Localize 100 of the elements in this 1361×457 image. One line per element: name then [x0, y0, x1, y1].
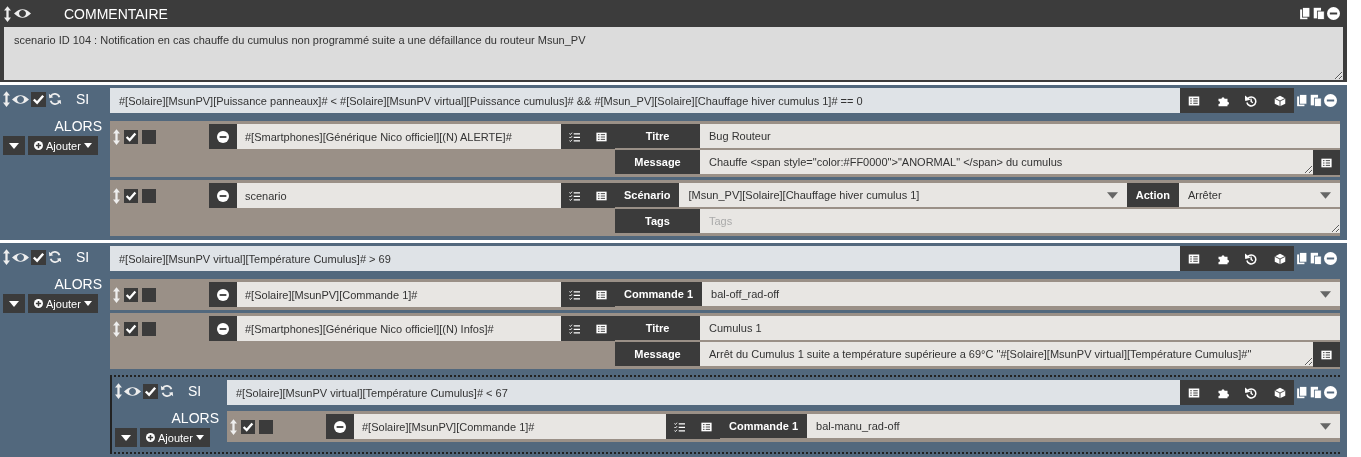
- drag-handle-icon[interactable]: [3, 249, 10, 265]
- expression-field[interactable]: #[Solaire][MsunPV][Commande 1]#: [237, 282, 561, 307]
- enable-checkbox[interactable]: [124, 129, 138, 144]
- refresh-icon[interactable]: [160, 384, 174, 398]
- copy-icon[interactable]: [1296, 94, 1308, 107]
- add-button[interactable]: Ajouter: [28, 136, 98, 155]
- remove-button[interactable]: [209, 316, 237, 341]
- cube-icon[interactable]: [1273, 94, 1286, 107]
- plus-circle-icon: [146, 433, 155, 442]
- collapse-button[interactable]: [3, 294, 25, 313]
- add-button[interactable]: Ajouter: [28, 294, 98, 313]
- puzzle-icon[interactable]: [1216, 252, 1229, 265]
- expression-field[interactable]: #[Solaire][MsunPV][Commande 1]#: [354, 414, 666, 439]
- history-icon[interactable]: [1245, 94, 1258, 107]
- dropdown[interactable]: Arrêter: [1178, 183, 1340, 207]
- parallel-checkbox[interactable]: [259, 419, 273, 434]
- drag-handle-icon[interactable]: [115, 383, 122, 399]
- drag-handle-icon[interactable]: [113, 286, 120, 303]
- enable-checkbox[interactable]: [31, 91, 46, 107]
- tasks-icon[interactable]: [561, 282, 588, 307]
- expression-field[interactable]: scenario: [237, 183, 561, 208]
- copy-icon[interactable]: [1296, 252, 1308, 265]
- remove-icon[interactable]: [1324, 94, 1337, 107]
- caret-icon: [195, 435, 204, 440]
- puzzle-icon[interactable]: [1216, 386, 1229, 399]
- list-icon[interactable]: [1188, 386, 1201, 399]
- remove-icon[interactable]: [1327, 7, 1340, 20]
- remove-icon[interactable]: [1324, 252, 1337, 265]
- tasks-icon[interactable]: [561, 124, 588, 149]
- condition-field[interactable]: #[Solaire][MsunPV][Puissance panneaux]# < #[Solaire][MsunPV virtual][Puissance cumulus]# && #[Msun_PV][Solaire][Chauffage hiver cumulus 1]# == 0: [110, 88, 1180, 113]
- keyword-label: SI: [76, 91, 90, 107]
- condition-field[interactable]: #[Solaire][MsunPV virtual][Température Cumulus]# > 69: [110, 246, 1180, 271]
- parallel-checkbox[interactable]: [142, 321, 156, 336]
- eye-icon[interactable]: [12, 251, 29, 263]
- expression-field[interactable]: #[Smartphones][Générique Nico officiel][(N) ALERTE]#: [237, 124, 561, 149]
- dropdown[interactable]: [Msun_PV][Solaire][Chauffage hiver cumulus 1]: [679, 183, 1127, 207]
- keyword-label: SI: [188, 383, 202, 399]
- enable-checkbox[interactable]: [143, 383, 158, 399]
- drag-handle-icon[interactable]: [4, 5, 11, 22]
- paste-icon[interactable]: [1310, 386, 1322, 399]
- tasks-icon[interactable]: [561, 183, 588, 208]
- caret-icon: [1320, 191, 1331, 199]
- remove-button[interactable]: [209, 124, 237, 149]
- list-icon[interactable]: [1188, 94, 1201, 107]
- textarea-field[interactable]: Chauffe <span style="color:#FF0000">"ANORMAL" </span> du cumulus: [700, 150, 1313, 174]
- enable-checkbox[interactable]: [124, 287, 138, 302]
- remove-button[interactable]: [209, 282, 237, 307]
- copy-icon[interactable]: [1299, 7, 1311, 20]
- textarea-field[interactable]: Tags: [700, 209, 1340, 233]
- caret-icon: [9, 300, 19, 307]
- drag-handle-icon[interactable]: [230, 418, 237, 435]
- remove-icon[interactable]: [1324, 386, 1337, 399]
- text-field[interactable]: Bug Routeur: [700, 124, 1340, 148]
- parallel-checkbox[interactable]: [142, 188, 156, 203]
- enable-checkbox[interactable]: [31, 249, 46, 265]
- history-icon[interactable]: [1245, 252, 1258, 265]
- drag-handle-icon[interactable]: [3, 91, 10, 107]
- tasks-icon[interactable]: [561, 316, 588, 341]
- expression-field[interactable]: #[Smartphones][Générique Nico officiel][(N) Infos]#: [237, 316, 561, 341]
- puzzle-icon[interactable]: [1216, 94, 1229, 107]
- paste-icon[interactable]: [1313, 7, 1325, 20]
- minus-circle-icon: [334, 420, 346, 433]
- history-icon[interactable]: [1245, 386, 1258, 399]
- add-button[interactable]: Ajouter: [140, 428, 210, 447]
- list-icon[interactable]: [1188, 252, 1201, 265]
- enable-checkbox[interactable]: [241, 419, 255, 434]
- drag-handle-icon[interactable]: [113, 187, 120, 204]
- drag-handle-icon[interactable]: [113, 320, 120, 337]
- enable-checkbox[interactable]: [124, 321, 138, 336]
- refresh-icon[interactable]: [48, 92, 62, 106]
- eye-icon[interactable]: [12, 93, 29, 105]
- parallel-checkbox[interactable]: [142, 129, 156, 144]
- textarea-field[interactable]: Arrêt du Cumulus 1 suite a température supérieure a 69°C "#[Solaire][MsunPV virtual][Température Cumulus]#": [700, 342, 1313, 366]
- list-icon[interactable]: [1313, 150, 1340, 175]
- dropdown[interactable]: bal-manu_rad-off: [807, 414, 1340, 438]
- eye-icon[interactable]: [124, 385, 141, 397]
- cube-icon[interactable]: [1273, 386, 1286, 399]
- dropdown[interactable]: bal-off_rad-off: [702, 282, 1340, 306]
- paste-icon[interactable]: [1310, 94, 1322, 107]
- collapse-button[interactable]: [3, 136, 25, 155]
- tasks-icon[interactable]: [666, 414, 693, 439]
- cube-icon[interactable]: [1273, 252, 1286, 265]
- list-icon[interactable]: [1313, 342, 1340, 367]
- minus-circle-icon: [217, 189, 229, 202]
- condition-field[interactable]: #[Solaire][MsunPV virtual][Température Cumulus]# < 67: [227, 380, 1180, 405]
- parallel-checkbox[interactable]: [142, 287, 156, 302]
- paste-icon[interactable]: [1310, 252, 1322, 265]
- comment-field[interactable]: scenario ID 104 : Notification en cas chauffe du cumulus non programmé suite a une défaillance du routeur Msun_PV: [4, 27, 1343, 80]
- enable-checkbox[interactable]: [124, 188, 138, 203]
- refresh-icon[interactable]: [48, 250, 62, 264]
- remove-button[interactable]: [326, 414, 354, 439]
- collapse-button[interactable]: [115, 428, 137, 447]
- remove-button[interactable]: [209, 183, 237, 208]
- drag-handle-icon[interactable]: [113, 128, 120, 145]
- copy-icon[interactable]: [1296, 386, 1308, 399]
- text-field[interactable]: Cumulus 1: [700, 316, 1340, 340]
- field-label: Scénario: [615, 183, 680, 207]
- eye-icon[interactable]: [14, 8, 31, 19]
- caret-icon: [83, 301, 92, 306]
- keyword-label: ALORS: [54, 276, 102, 292]
